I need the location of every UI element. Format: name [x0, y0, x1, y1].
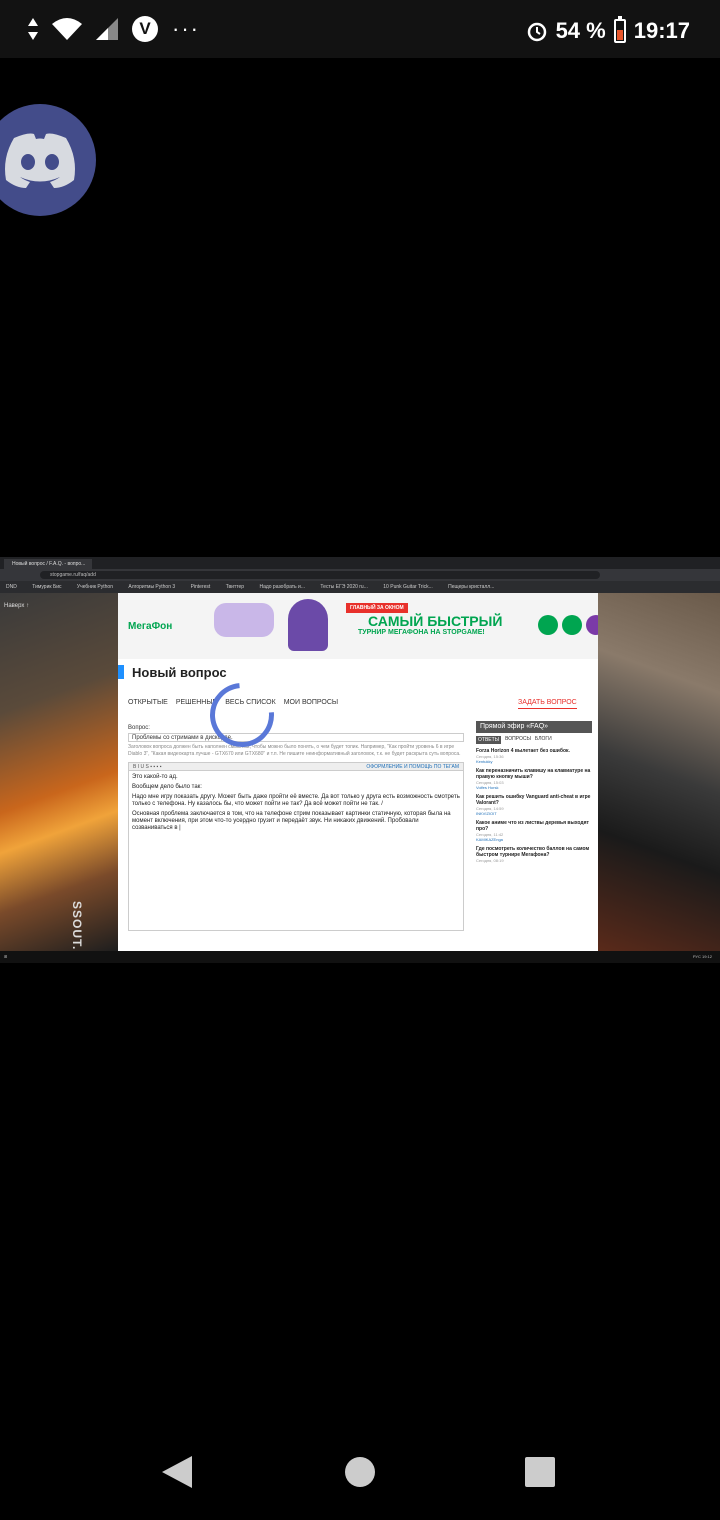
ask-question-button[interactable]: ЗАДАТЬ ВОПРОС: [518, 699, 577, 709]
tray-clock: 19:12: [701, 954, 712, 959]
bookmark-item[interactable]: Pinterest: [191, 584, 211, 590]
bookmark-item[interactable]: Пещеры кристалл...: [448, 584, 494, 590]
sidebar-item-title[interactable]: Где посмотреть количество баллов на само…: [476, 846, 592, 858]
bookmark-item[interactable]: Твиттер: [226, 584, 244, 590]
page-title: Новый вопрос: [132, 665, 227, 680]
browser-tab[interactable]: Новый вопрос / F.A.Q. - вопро...: [4, 559, 92, 569]
recent-apps-icon[interactable]: [525, 1457, 555, 1487]
question-body-editor[interactable]: Это какой-то ад. Вообщем дело было так: …: [128, 771, 464, 931]
sidebar-item-time: Сегодня, 08:19: [476, 858, 504, 863]
editor-line: Это какой-то ад.: [132, 774, 178, 780]
question-form: Вопрос: Проблемы со стримами в дискорде.…: [128, 725, 468, 951]
sidebar-item-author[interactable]: Volfes Horsk: [476, 785, 592, 790]
promo-title: САМЫЙ БЫСТРЫЙ: [368, 613, 503, 629]
web-page: МегаФон ГЛАВНЫЙ ЗА ОКНОМ САМЫЙ БЫСТРЫЙ Т…: [118, 593, 598, 951]
title-accent: [118, 665, 124, 679]
headset-image: [288, 599, 328, 651]
editor-line: Вообщем дело было так:: [132, 784, 202, 790]
editor-line: Надо мне игру показать другу. Может быть…: [132, 794, 460, 807]
gamepad-image: [214, 603, 274, 637]
scroll-top-link[interactable]: Наверх ↑: [4, 603, 29, 609]
clock: 19:17: [633, 18, 690, 43]
signal-icon: [96, 18, 118, 40]
url-field[interactable]: stopgame.ru/faq/add: [40, 571, 600, 579]
status-icons-right: 54 % 19:17: [526, 16, 690, 44]
page-background-left: Наверх ↑ SSOUT.NET: [0, 593, 118, 963]
sidebar-item[interactable]: Где посмотреть количество баллов на само…: [476, 846, 592, 863]
status-icons-left: V ···: [28, 16, 200, 42]
bookmark-item[interactable]: Тимурик Бис: [32, 584, 61, 590]
format-buttons[interactable]: B I U S ▪ ▪ ▪ ▪: [133, 764, 161, 770]
promo-banner[interactable]: МегаФон ГЛАВНЫЙ ЗА ОКНОМ САМЫЙ БЫСТРЫЙ Т…: [118, 593, 598, 659]
promo-badge: ГЛАВНЫЙ ЗА ОКНОМ: [346, 603, 408, 613]
alarm-icon: [527, 22, 546, 42]
start-icon[interactable]: ⊞: [4, 954, 7, 959]
sidebar-item-author[interactable]: INKVIZIOIT: [476, 811, 592, 816]
editor-line: Основная проблема заключается в том, что…: [132, 811, 451, 831]
nav-my-questions[interactable]: МОИ ВОПРОСЫ: [284, 699, 338, 706]
browser-tabbar: Новый вопрос / F.A.Q. - вопро...: [0, 557, 720, 569]
tray-lang[interactable]: РУС: [693, 954, 701, 959]
bookmark-item[interactable]: Надо разобрать и...: [259, 584, 305, 590]
bookmark-item[interactable]: Алгоритмы Python 3: [128, 584, 175, 590]
bookmark-item[interactable]: 10 Punk Guitar Trick...: [383, 584, 432, 590]
back-icon[interactable]: [162, 1456, 192, 1488]
tab-questions[interactable]: ВОПРОСЫ: [505, 736, 531, 744]
more-notifications-icon: ···: [172, 16, 200, 41]
bookmark-item[interactable]: Учебник Python: [77, 584, 113, 590]
promo-subtitle: ТУРНИР МЕГАФОНА НА STOPGAME!: [358, 629, 485, 636]
sidebar-item-title[interactable]: Как решить ошибку Vanguard anti-cheat в …: [476, 794, 592, 806]
question-hint: Заголовок вопроса должен быть наполнен с…: [128, 744, 461, 757]
data-transfer-icon: [28, 18, 38, 40]
bookmark-item[interactable]: DND: [6, 584, 17, 590]
wifi-icon: [52, 18, 82, 40]
sidebar-header: Прямой эфир «FAQ»: [476, 721, 592, 733]
discord-chat-head[interactable]: [0, 104, 96, 216]
bookmark-item[interactable]: Тесты ЕГЭ 2020 ru...: [320, 584, 367, 590]
question-title-input[interactable]: Проблемы со стримами в дискорде.: [128, 733, 464, 742]
tab-blogs[interactable]: БЛОГИ: [535, 736, 552, 744]
sidebar-item-author[interactable]: Kentukky: [476, 759, 592, 764]
live-faq-sidebar: Прямой эфир «FAQ» ОТВЕТЫ ВОПРОСЫ БЛОГИ F…: [476, 721, 592, 951]
sidebar-item[interactable]: Как переназначить клавишу на клавиатуре …: [476, 768, 592, 790]
windows-taskbar: ⊞ РУС 19:12: [0, 951, 720, 963]
bookmarks-bar: DND Тимурик Бис Учебник Python Алгоритмы…: [0, 581, 720, 593]
sidebar-item-author[interactable]: KAMIKAZEnga: [476, 837, 592, 842]
editor-toolbar[interactable]: B I U S ▪ ▪ ▪ ▪ ОФОРМЛЕНИЕ И ПОМОЩЬ ПО Т…: [128, 762, 464, 771]
formatting-help-link[interactable]: ОФОРМЛЕНИЕ И ПОМОЩЬ ПО ТЕГАМ: [366, 763, 459, 772]
system-tray: РУС 19:12: [693, 951, 712, 963]
status-bar: V ··· 54 % 19:17: [0, 0, 720, 58]
sidebar-tabs: ОТВЕТЫ ВОПРОСЫ БЛОГИ: [476, 736, 592, 744]
sidebar-item-title[interactable]: Какое аниме что из листвы деревья выходя…: [476, 820, 592, 832]
sidebar-item[interactable]: Какое аниме что из листвы деревья выходя…: [476, 820, 592, 842]
battery-icon: [613, 16, 626, 43]
discord-icon: [5, 133, 75, 188]
vpn-icon: V: [132, 16, 158, 42]
home-icon[interactable]: [345, 1457, 375, 1487]
sidebar-item[interactable]: Как решить ошибку Vanguard anti-cheat в …: [476, 794, 592, 816]
tab-answers[interactable]: ОТВЕТЫ: [476, 736, 502, 744]
brand-circles: [538, 615, 598, 635]
android-navigation-bar: [0, 1420, 720, 1520]
question-label: Вопрос:: [128, 725, 150, 731]
shared-screen-video[interactable]: Новый вопрос / F.A.Q. - вопро... stopgam…: [0, 557, 720, 963]
sidebar-item-title[interactable]: Как переназначить клавишу на клавиатуре …: [476, 768, 592, 780]
battery-percent: 54 %: [555, 18, 606, 43]
sidebar-item[interactable]: Forza Horizon 4 вылетает без ошибок. Сег…: [476, 748, 592, 764]
page-background-right: [598, 593, 720, 951]
nav-open[interactable]: ОТКРЫТЫЕ: [128, 699, 168, 706]
megafon-logo: МегаФон: [128, 621, 173, 632]
browser-address-bar: stopgame.ru/faq/add: [0, 569, 720, 581]
